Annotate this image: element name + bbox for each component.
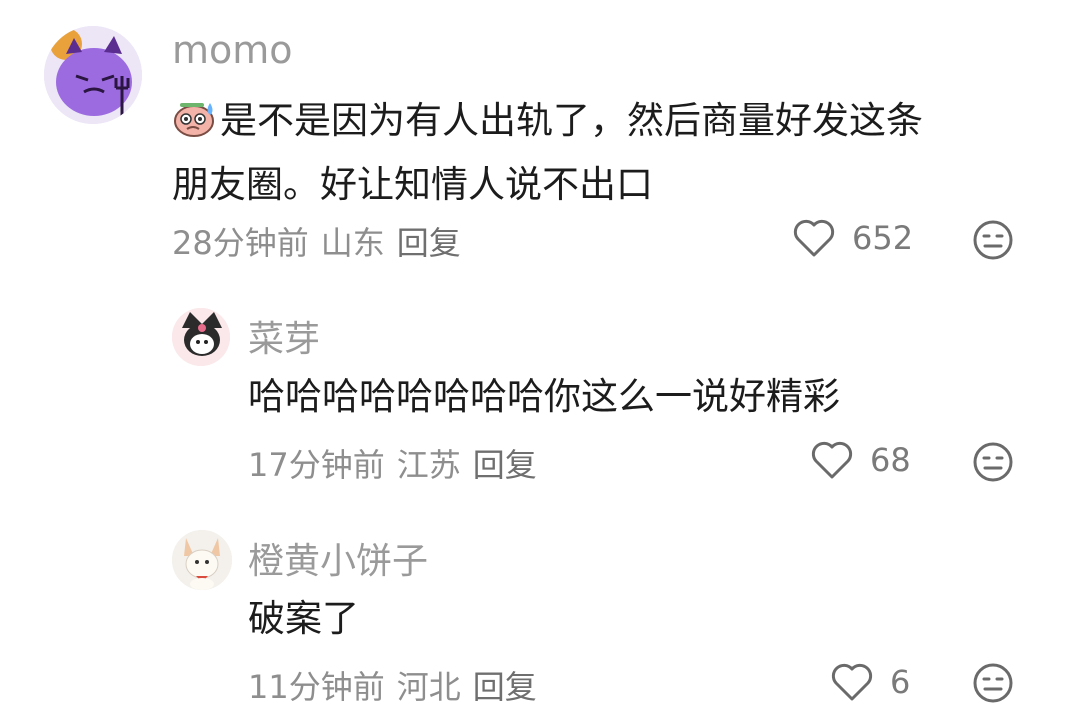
heart-outline-icon <box>793 219 835 257</box>
reply-button[interactable]: 回复 <box>473 668 537 706</box>
avatar[interactable] <box>172 308 230 366</box>
comment-meta: 17分钟前 江苏 回复 <box>248 440 549 486</box>
neutral-face-icon <box>973 220 1013 260</box>
location: 河北 <box>396 668 461 706</box>
reply-button[interactable]: 回复 <box>397 224 461 262</box>
timestamp: 17分钟前 <box>248 446 385 484</box>
comment-meta: 11分钟前 河北 回复 <box>248 662 549 708</box>
comment-meta: 28分钟前 山东 回复 <box>172 218 473 264</box>
username[interactable]: 菜芽 <box>248 310 320 362</box>
comment-text: 破案了 <box>248 597 359 640</box>
heart-outline-icon <box>831 663 873 701</box>
sweat-face-emoji-icon <box>172 95 216 156</box>
like-count: 652 <box>852 219 914 257</box>
comment-text: 是不是因为有人出轨了，然后商量好发这条 朋友圈。好让知情人说不出口 <box>172 92 923 214</box>
location: 江苏 <box>396 446 461 484</box>
username[interactable]: momo <box>172 28 293 72</box>
dislike-button[interactable] <box>972 441 1014 487</box>
neutral-face-icon <box>973 442 1013 482</box>
comment-text-line: 是不是因为有人出轨了，然后商量好发这条 <box>220 99 923 142</box>
like-button[interactable]: 68 <box>810 440 911 480</box>
comment-text: 哈哈哈哈哈哈哈哈你这么一说好精彩 <box>248 375 840 418</box>
like-count: 68 <box>870 441 911 479</box>
username[interactable]: 橙黄小饼子 <box>248 532 428 584</box>
comment-text-line: 朋友圈。好让知情人说不出口 <box>172 163 653 206</box>
avatar[interactable] <box>44 26 142 124</box>
dislike-button[interactable] <box>972 662 1014 708</box>
location: 山东 <box>320 224 385 262</box>
reply-button[interactable]: 回复 <box>473 446 537 484</box>
heart-outline-icon <box>811 441 853 479</box>
avatar[interactable] <box>172 530 232 590</box>
like-button[interactable]: 6 <box>830 662 910 702</box>
like-button[interactable]: 652 <box>792 218 913 258</box>
dislike-button[interactable] <box>972 219 1014 265</box>
timestamp: 11分钟前 <box>248 668 385 706</box>
neutral-face-icon <box>973 663 1013 703</box>
timestamp: 28分钟前 <box>172 224 309 262</box>
like-count: 6 <box>890 663 911 701</box>
